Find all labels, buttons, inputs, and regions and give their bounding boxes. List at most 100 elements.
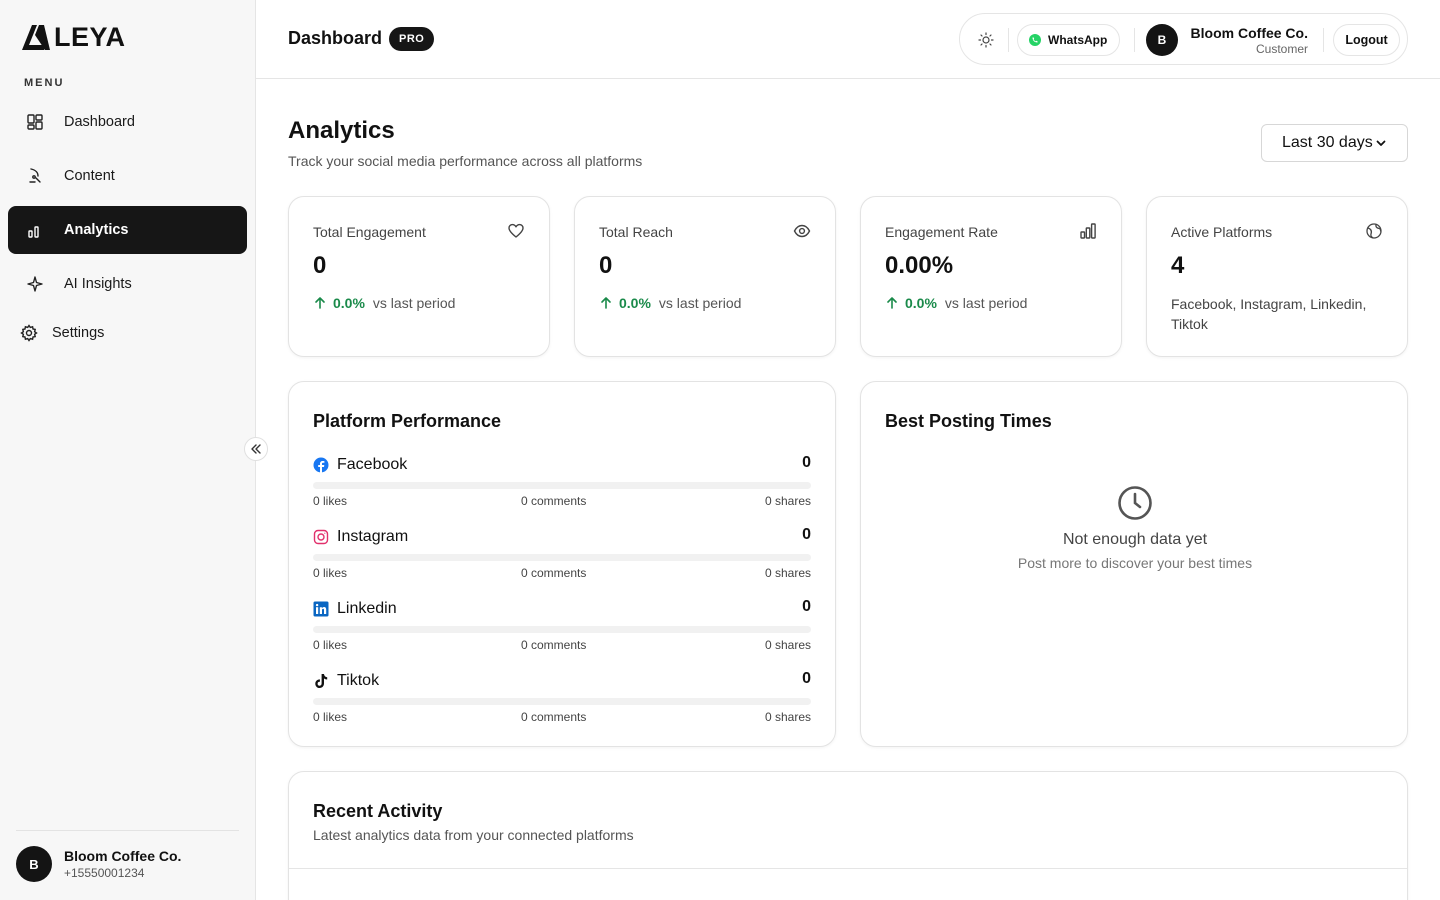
sidebar-user-phone: +15550001234 xyxy=(64,866,145,880)
recent-activity-card: Recent Activity Latest analytics data fr… xyxy=(288,771,1408,900)
platform-shares: 0 shares xyxy=(764,638,811,652)
platform-progress-bar xyxy=(313,698,811,705)
platform-performance-title: Platform Performance xyxy=(313,411,502,431)
sidebar-item-ai-insights[interactable]: AI Insights xyxy=(8,260,247,308)
brand-name: LEYA xyxy=(54,22,126,52)
sidebar-item-label: Dashboard xyxy=(64,114,135,130)
header-user-role: Customer xyxy=(1255,42,1308,56)
sun-icon xyxy=(978,32,994,48)
platform-name: Instagram xyxy=(337,528,409,545)
recent-activity-subtitle: Latest analytics data from your connecte… xyxy=(313,827,634,843)
stat-card-total-engagement: Total Engagement 0 0.0% vs last period xyxy=(288,196,550,357)
stat-change: 0.0% vs last period xyxy=(885,295,1027,311)
leya-logo-icon xyxy=(22,25,50,50)
facebook-icon xyxy=(313,457,329,473)
platform-comments: 0 comments xyxy=(521,710,587,724)
date-range-value: Last 30 days xyxy=(1282,134,1373,151)
clock-icon xyxy=(1118,486,1152,520)
arrow-up-icon xyxy=(601,297,611,309)
platform-row-tiktok: Tiktok 0 0 likes 0 comments 0 shares xyxy=(313,670,811,730)
sidebar: LEYA MENU Dashboard Content Analytics AI… xyxy=(0,0,256,900)
theme-toggle-button[interactable] xyxy=(974,28,998,52)
arrow-up-icon xyxy=(315,297,325,309)
menu-label: MENU xyxy=(24,77,65,89)
platform-comments: 0 comments xyxy=(521,566,587,580)
sidebar-item-settings[interactable]: Settings xyxy=(8,314,247,352)
header-separator xyxy=(1323,28,1324,52)
logout-button[interactable]: Logout xyxy=(1333,24,1400,56)
platform-shares: 0 shares xyxy=(764,566,811,580)
stat-value: 4 xyxy=(1171,252,1185,279)
date-range-select[interactable]: Last 30 days xyxy=(1261,124,1408,162)
pro-badge: PRO xyxy=(389,27,435,51)
sidebar-item-content[interactable]: Content xyxy=(8,152,247,200)
sidebar-nav: Dashboard Content Analytics AI Insights xyxy=(8,98,247,358)
top-header: Dashboard PRO WhatsApp B Bloom Coffee Co… xyxy=(256,0,1440,79)
stat-value: 0 xyxy=(313,252,327,279)
sidebar-user-name: Bloom Coffee Co. xyxy=(64,848,182,864)
stat-change-value: 0.0% xyxy=(619,295,651,311)
platform-name: Facebook xyxy=(337,456,408,473)
sidebar-item-label: Content xyxy=(64,168,115,184)
platform-name: Tiktok xyxy=(337,672,380,689)
sidebar-item-analytics[interactable]: Analytics xyxy=(8,206,247,254)
platform-likes: 0 likes xyxy=(313,710,348,724)
sidebar-user[interactable]: B Bloom Coffee Co. +15550001234 xyxy=(16,846,181,882)
platform-row-instagram: Instagram 0 0 likes 0 comments 0 shares xyxy=(313,526,811,586)
analytics-title: Analytics xyxy=(288,117,395,144)
heart-icon xyxy=(508,223,524,238)
stat-change: 0.0% vs last period xyxy=(313,295,455,311)
brand-logo[interactable]: LEYA xyxy=(20,22,126,52)
header-user-name: Bloom Coffee Co. xyxy=(1190,25,1308,41)
platform-shares: 0 shares xyxy=(764,710,811,724)
sidebar-item-label: AI Insights xyxy=(64,276,132,292)
active-platforms-list: Facebook, Instagram, Linkedin, Tiktok xyxy=(1171,296,1367,332)
collapse-sidebar-button[interactable] xyxy=(244,437,268,461)
double-chevron-left-icon xyxy=(251,444,261,454)
sidebar-item-dashboard[interactable]: Dashboard xyxy=(8,98,247,146)
content-icon xyxy=(29,168,41,183)
stat-label: Active Platforms xyxy=(1171,224,1273,240)
platform-performance-card: Platform Performance Facebook 0 0 likes … xyxy=(288,381,836,747)
sidebar-item-label: Analytics xyxy=(64,222,129,238)
platform-total: 0 xyxy=(802,598,811,615)
header-user[interactable]: B Bloom Coffee Co. Customer xyxy=(1146,24,1308,56)
stat-label: Total Engagement xyxy=(313,224,426,240)
platform-row-facebook: Facebook 0 0 likes 0 comments 0 shares xyxy=(313,454,811,514)
sparkle-icon xyxy=(27,276,43,292)
platform-likes: 0 likes xyxy=(313,566,348,580)
platform-shares: 0 shares xyxy=(764,494,811,508)
avatar: B xyxy=(16,846,52,882)
platform-name: Linkedin xyxy=(337,600,397,617)
globe-icon xyxy=(1366,223,1382,239)
page-title: Dashboard xyxy=(288,28,383,48)
stat-change-label: vs last period xyxy=(658,295,742,311)
analytics-icon xyxy=(28,226,39,238)
recent-activity-title: Recent Activity xyxy=(313,801,443,821)
stat-card-engagement-rate: Engagement Rate 0.00% 0.0% vs last perio… xyxy=(860,196,1122,357)
stat-value: 0.00% xyxy=(885,252,954,279)
whatsapp-button[interactable]: WhatsApp xyxy=(1017,24,1121,56)
platform-comments: 0 comments xyxy=(521,638,587,652)
sidebar-item-label: Settings xyxy=(52,325,105,341)
stat-label: Total Reach xyxy=(599,224,673,240)
recent-activity-divider xyxy=(289,868,1407,869)
sidebar-divider xyxy=(16,830,239,831)
platform-likes: 0 likes xyxy=(313,494,348,508)
platform-progress-bar xyxy=(313,626,811,633)
tiktok-icon xyxy=(315,674,328,688)
platform-total: 0 xyxy=(802,526,811,543)
stat-change-label: vs last period xyxy=(944,295,1028,311)
arrow-up-icon xyxy=(887,297,897,309)
platform-likes: 0 likes xyxy=(313,638,348,652)
stat-change: 0.0% vs last period xyxy=(599,295,741,311)
stat-change-label: vs last period xyxy=(372,295,456,311)
platform-total: 0 xyxy=(802,670,811,687)
stat-value: 0 xyxy=(599,252,613,279)
avatar: B xyxy=(1146,24,1178,56)
whatsapp-label: WhatsApp xyxy=(1048,33,1108,47)
empty-state: Not enough data yet Post more to discove… xyxy=(861,485,1409,571)
platform-progress-bar xyxy=(313,554,811,561)
stat-change-value: 0.0% xyxy=(905,295,937,311)
stat-card-total-reach: Total Reach 0 0.0% vs last period xyxy=(574,196,836,357)
